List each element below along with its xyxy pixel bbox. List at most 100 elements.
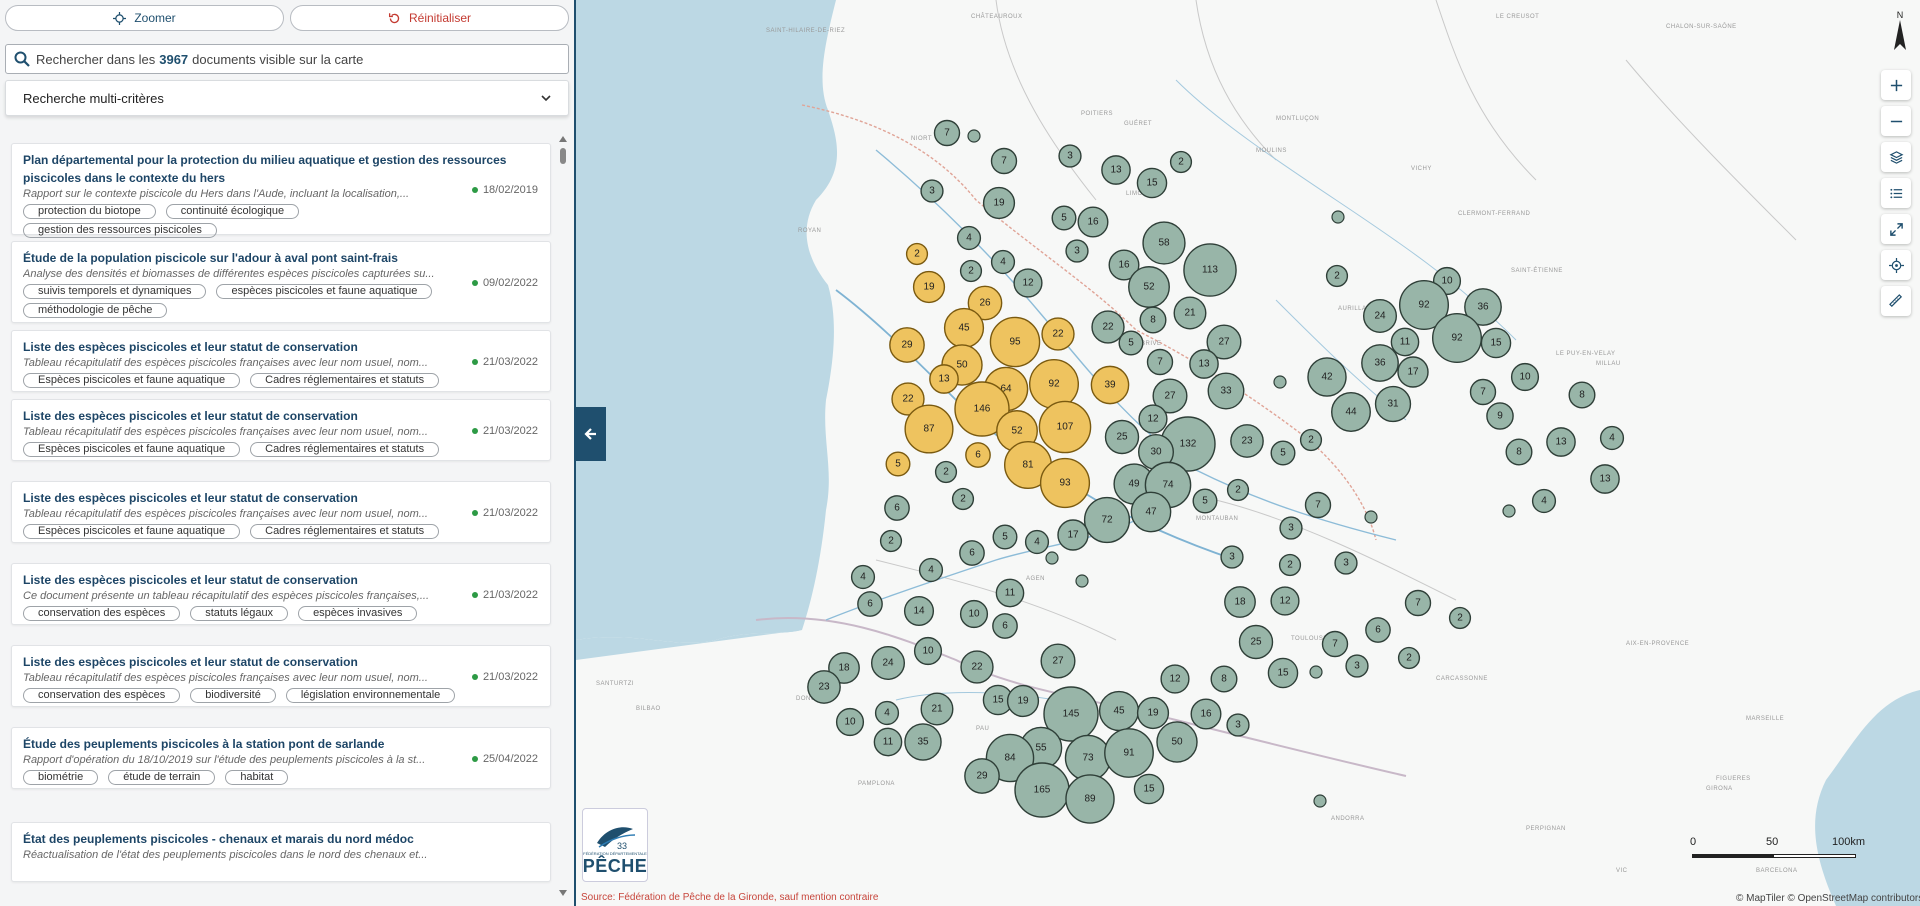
map-cluster[interactable]: 12 (1013, 268, 1043, 298)
map-cluster[interactable]: 2 (1397, 646, 1421, 670)
map-cluster[interactable]: 95 (989, 316, 1041, 368)
map-cluster[interactable]: 7 (1321, 630, 1349, 658)
document-title[interactable]: Étude de la population piscicole sur l'a… (23, 249, 538, 267)
map-cluster[interactable]: 35 (904, 723, 942, 761)
document-card[interactable]: Liste des espèces piscicoles et leur sta… (11, 399, 551, 461)
map-cluster[interactable]: 6 (884, 495, 910, 521)
tag-chip[interactable]: biodiversité (190, 688, 276, 703)
measure-button[interactable] (1881, 286, 1911, 316)
map-cluster[interactable]: 4 (918, 557, 944, 583)
map-cluster[interactable]: 4 (990, 249, 1016, 275)
map-cluster[interactable]: 13 (1546, 427, 1576, 457)
map-cluster[interactable]: 50 (1156, 721, 1198, 763)
map-cluster[interactable]: 3 (1345, 654, 1369, 678)
map-cluster[interactable]: 11 (1390, 327, 1420, 357)
map-cluster[interactable]: 12 (1270, 586, 1300, 616)
tag-chip[interactable]: habitat (225, 770, 289, 785)
map-cluster[interactable]: 13 (1189, 349, 1219, 379)
document-card[interactable]: Étude de la population piscicole sur l'a… (11, 241, 551, 323)
document-title[interactable]: Plan départemental pour la protection du… (23, 151, 538, 187)
tag-chip[interactable]: biométrie (23, 770, 99, 785)
map-cluster[interactable]: 6 (857, 591, 883, 617)
search-input[interactable]: Rechercher dans les 3967 documents visib… (5, 44, 569, 74)
map-cluster[interactable]: 92 (1028, 358, 1080, 410)
map-cluster[interactable]: 29 (889, 327, 925, 363)
map-cluster[interactable]: 4 (874, 700, 900, 726)
map-cluster[interactable]: 19 (912, 270, 946, 304)
map-cluster[interactable]: 5 (1192, 488, 1218, 514)
map-cluster[interactable]: 52 (1128, 266, 1170, 308)
single-marker[interactable] (1309, 665, 1323, 679)
map-cluster[interactable]: 31 (1374, 385, 1412, 423)
map-cluster[interactable]: 5 (1051, 205, 1077, 231)
map-cluster[interactable]: 87 (904, 404, 954, 454)
map-cluster[interactable]: 4 (850, 564, 876, 590)
tag-chip[interactable]: méthodologie de pêche (23, 303, 168, 318)
map-cluster[interactable]: 6 (1365, 617, 1391, 643)
map-cluster[interactable]: 7 (933, 119, 961, 147)
map-cluster[interactable]: 15 (1133, 773, 1165, 805)
fullscreen-button[interactable] (1881, 214, 1911, 244)
map-cluster[interactable]: 93 (1039, 457, 1091, 509)
map-cluster[interactable]: 4 (1531, 488, 1557, 514)
tag-chip[interactable]: espèces piscicoles et faune aquatique (216, 284, 433, 299)
map-cluster[interactable]: 16 (1190, 698, 1222, 730)
map-cluster[interactable]: 4 (1599, 425, 1625, 451)
legend-button[interactable] (1881, 178, 1911, 208)
map-cluster[interactable]: 2 (1448, 606, 1472, 630)
map-cluster[interactable]: 3 (1065, 239, 1089, 263)
document-card[interactable]: Liste des espèces piscicoles et leur sta… (11, 563, 551, 625)
map-cluster[interactable]: 22 (1041, 317, 1075, 351)
map-cluster[interactable]: 6 (992, 613, 1018, 639)
map-cluster[interactable]: 10 (835, 707, 865, 737)
map-cluster[interactable]: 13 (929, 364, 959, 394)
map-cluster[interactable]: 17 (1397, 356, 1429, 388)
map-cluster[interactable]: 10 (959, 599, 989, 629)
scroll-thumb[interactable] (560, 148, 566, 164)
map-cluster[interactable]: 25 (1238, 624, 1274, 660)
map-cluster[interactable]: 22 (960, 650, 994, 684)
map-cluster[interactable]: 10 (913, 636, 943, 666)
tag-chip[interactable]: étude de terrain (108, 770, 216, 785)
map-cluster[interactable]: 4 (1024, 529, 1050, 555)
federation-logo[interactable]: 33 FÉDÉRATION DÉPARTEMENTALE PÊCHE (582, 808, 648, 882)
tag-chip[interactable]: suivis temporels et dynamiques (23, 284, 207, 299)
zoom-button[interactable]: Zoomer (5, 5, 284, 31)
scroll-up-arrow[interactable] (559, 136, 567, 142)
reset-button[interactable]: Réinitialiser (290, 5, 569, 31)
map-cluster[interactable]: 14 (903, 595, 935, 627)
map-cluster[interactable]: 8 (1139, 306, 1167, 334)
map-cluster[interactable]: 3 (1220, 545, 1244, 569)
map-cluster[interactable]: 5 (992, 524, 1018, 550)
map-cluster[interactable]: 27 (1040, 643, 1076, 679)
scrollbar[interactable] (559, 136, 567, 896)
map-cluster[interactable]: 45 (943, 307, 985, 349)
document-card[interactable]: Liste des espèces piscicoles et leur sta… (11, 330, 551, 392)
map-cluster[interactable]: 24 (870, 645, 906, 681)
map-cluster[interactable]: 5 (1270, 440, 1296, 466)
map-cluster[interactable]: 4 (956, 225, 982, 251)
zoom-out-button[interactable] (1881, 106, 1911, 136)
map-cluster[interactable]: 3 (1334, 551, 1358, 575)
multi-criteria-toggle[interactable]: Recherche multi-critères (5, 80, 569, 116)
map-cluster[interactable]: 22 (1091, 310, 1125, 344)
map-cluster[interactable]: 2 (934, 460, 958, 484)
map-cluster[interactable]: 11 (995, 578, 1025, 608)
tag-chip[interactable]: protection du biotope (23, 204, 156, 219)
map-cluster[interactable]: 23 (1230, 424, 1264, 458)
map-cluster[interactable]: 107 (1038, 400, 1092, 454)
map-cluster[interactable]: 73 (1064, 734, 1112, 782)
tag-chip[interactable]: Espèces piscicoles et faune aquatique (23, 442, 241, 457)
tag-chip[interactable]: Cadres réglementaires et statuts (250, 524, 440, 539)
map-cluster[interactable]: 36 (1361, 344, 1399, 382)
single-marker[interactable] (967, 129, 981, 143)
map-cluster[interactable]: 33 (1207, 372, 1245, 410)
map-cluster[interactable]: 8 (1568, 381, 1596, 409)
map-cluster[interactable]: 3 (920, 179, 944, 203)
map-cluster[interactable]: 2 (1278, 553, 1302, 577)
map-cluster[interactable]: 113 (1183, 243, 1237, 297)
map-cluster[interactable]: 21 (1173, 296, 1207, 330)
single-marker[interactable] (1331, 210, 1345, 224)
tag-chip[interactable]: législation environnementale (285, 688, 456, 703)
document-title[interactable]: Liste des espèces piscicoles et leur sta… (23, 407, 538, 425)
